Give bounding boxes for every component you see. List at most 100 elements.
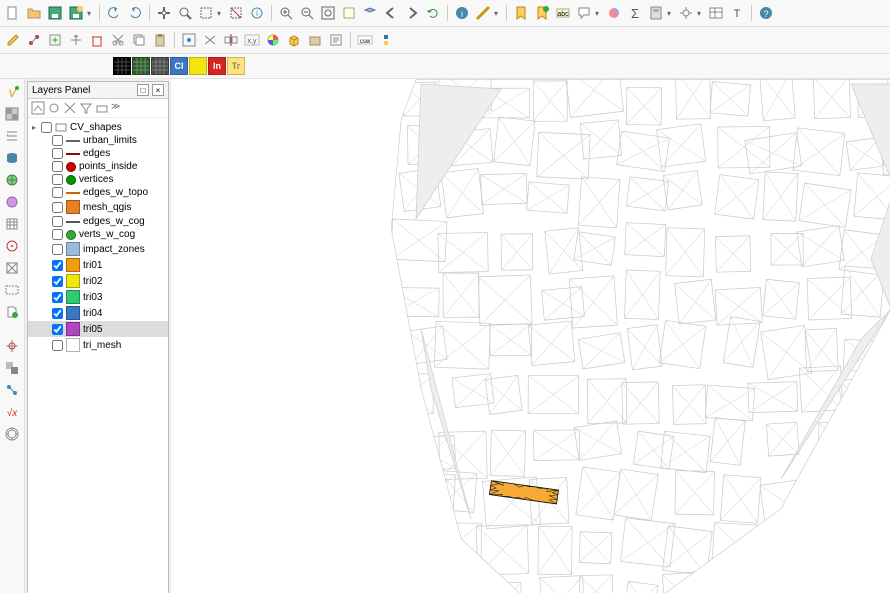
layer-checkbox[interactable]: [52, 161, 63, 172]
dropdown-arrow-icon[interactable]: ▾: [87, 9, 95, 18]
select-icon[interactable]: [196, 3, 216, 23]
zoom-full-icon[interactable]: [318, 3, 338, 23]
layer-mesh_qgis[interactable]: mesh_qgis: [28, 199, 168, 215]
map-canvas[interactable]: [171, 79, 890, 593]
redo-icon[interactable]: [125, 3, 145, 23]
swatch-4[interactable]: [189, 57, 207, 75]
layer-tri03[interactable]: tri03: [28, 289, 168, 305]
info-icon[interactable]: i: [452, 3, 472, 23]
add-raster-icon[interactable]: [3, 105, 21, 123]
copy-icon[interactable]: [129, 30, 149, 50]
coord-capture-icon[interactable]: [3, 337, 21, 355]
help-icon[interactable]: ?: [756, 3, 776, 23]
table-icon[interactable]: [706, 3, 726, 23]
layer-checkbox[interactable]: [52, 229, 63, 240]
zoom-extent-icon[interactable]: [175, 3, 195, 23]
save-as-icon[interactable]: [66, 3, 86, 23]
funnel-icon[interactable]: [79, 101, 93, 115]
new-bookmark-icon[interactable]: [532, 3, 552, 23]
layer-checkbox[interactable]: [52, 292, 63, 303]
add-wms-icon[interactable]: [3, 171, 21, 189]
layer-tri_mesh[interactable]: tri_mesh: [28, 337, 168, 353]
layer-urban_limits[interactable]: urban_limits: [28, 134, 168, 147]
bookmark-icon[interactable]: [511, 3, 531, 23]
diagram-icon[interactable]: [604, 3, 624, 23]
swatch-1[interactable]: [132, 57, 150, 75]
layer-checkbox[interactable]: [52, 260, 63, 271]
labels-icon[interactable]: abc: [553, 3, 573, 23]
layer-checkbox[interactable]: [52, 148, 63, 159]
new-shapefile-icon[interactable]: [3, 303, 21, 321]
zoom-next-icon[interactable]: [402, 3, 422, 23]
open-folder-icon[interactable]: [24, 3, 44, 23]
layer-edges[interactable]: edges: [28, 147, 168, 160]
layer-points_inside[interactable]: points_inside: [28, 160, 168, 173]
add-vector-icon[interactable]: V: [3, 83, 21, 101]
align-raster-icon[interactable]: [3, 359, 21, 377]
deselect-icon[interactable]: [226, 3, 246, 23]
layer-vertices[interactable]: vertices: [28, 173, 168, 186]
layer-group-cv-shapes[interactable]: ▸ CV_shapes: [28, 120, 168, 134]
add-delimited-icon[interactable]: ,: [3, 127, 21, 145]
layer-checkbox[interactable]: [52, 187, 63, 198]
paste-icon[interactable]: [150, 30, 170, 50]
chevron-right-icon[interactable]: ▸: [30, 123, 38, 132]
identify-icon[interactable]: i: [247, 3, 267, 23]
expand-all-icon[interactable]: [63, 101, 77, 115]
swatch-5[interactable]: In: [208, 57, 226, 75]
layer-tri05[interactable]: tri05: [28, 321, 168, 337]
layer-group-checkbox[interactable]: [41, 122, 52, 133]
zoom-last-icon[interactable]: [381, 3, 401, 23]
swatch-3[interactable]: Cl: [170, 57, 188, 75]
split-icon[interactable]: [221, 30, 241, 50]
vertex-tool-icon[interactable]: [179, 30, 199, 50]
sigma-icon[interactable]: Σ: [625, 3, 645, 23]
xy-icon[interactable]: x,y: [242, 30, 262, 50]
script-icon[interactable]: [326, 30, 346, 50]
dropdown-arrow-icon[interactable]: ▾: [494, 9, 502, 18]
mesh-icon[interactable]: [3, 259, 21, 277]
zoom-selection-icon[interactable]: [339, 3, 359, 23]
pan-icon[interactable]: [154, 3, 174, 23]
gps-icon[interactable]: [3, 237, 21, 255]
zoom-layer-icon[interactable]: [360, 3, 380, 23]
layer-verts_w_cog[interactable]: verts_w_cog: [28, 228, 168, 241]
topology-icon[interactable]: [3, 381, 21, 399]
layer-tri04[interactable]: tri04: [28, 305, 168, 321]
layer-checkbox[interactable]: [52, 174, 63, 185]
cube-icon[interactable]: [284, 30, 304, 50]
package-icon[interactable]: [305, 30, 325, 50]
swatch-0[interactable]: [113, 57, 131, 75]
layer-checkbox[interactable]: [52, 276, 63, 287]
add-feature-icon[interactable]: [45, 30, 65, 50]
layer-edges_w_topo[interactable]: edges_w_topo: [28, 186, 168, 199]
layer-preset-icon[interactable]: [95, 101, 109, 115]
add-csv-icon[interactable]: [3, 215, 21, 233]
move-feature-icon[interactable]: [66, 30, 86, 50]
csw-icon[interactable]: csw: [355, 30, 375, 50]
refresh-icon[interactable]: [423, 3, 443, 23]
filter-icon[interactable]: [47, 101, 61, 115]
save-icon[interactable]: [45, 3, 65, 23]
merge-icon[interactable]: [200, 30, 220, 50]
layer-checkbox[interactable]: [52, 216, 63, 227]
python-icon[interactable]: [376, 30, 396, 50]
layer-edges_w_cog[interactable]: edges_w_cog: [28, 215, 168, 228]
panel-close-button[interactable]: ×: [152, 84, 164, 96]
delete-feature-icon[interactable]: [87, 30, 107, 50]
edit-pencil-icon[interactable]: [3, 30, 23, 50]
settings-icon[interactable]: [676, 3, 696, 23]
cut-icon[interactable]: [108, 30, 128, 50]
calculator-icon[interactable]: [646, 3, 666, 23]
layer-tri02[interactable]: tri02: [28, 273, 168, 289]
layer-tri01[interactable]: tri01: [28, 257, 168, 273]
color-wheel-icon[interactable]: [263, 30, 283, 50]
measure-icon[interactable]: [473, 3, 493, 23]
layer-checkbox[interactable]: [52, 135, 63, 146]
new-file-icon[interactable]: [3, 3, 23, 23]
layer-checkbox[interactable]: [52, 324, 63, 335]
zoom-in-icon[interactable]: [276, 3, 296, 23]
layer-checkbox[interactable]: [52, 308, 63, 319]
text-icon[interactable]: T: [727, 3, 747, 23]
swatch-2[interactable]: [151, 57, 169, 75]
